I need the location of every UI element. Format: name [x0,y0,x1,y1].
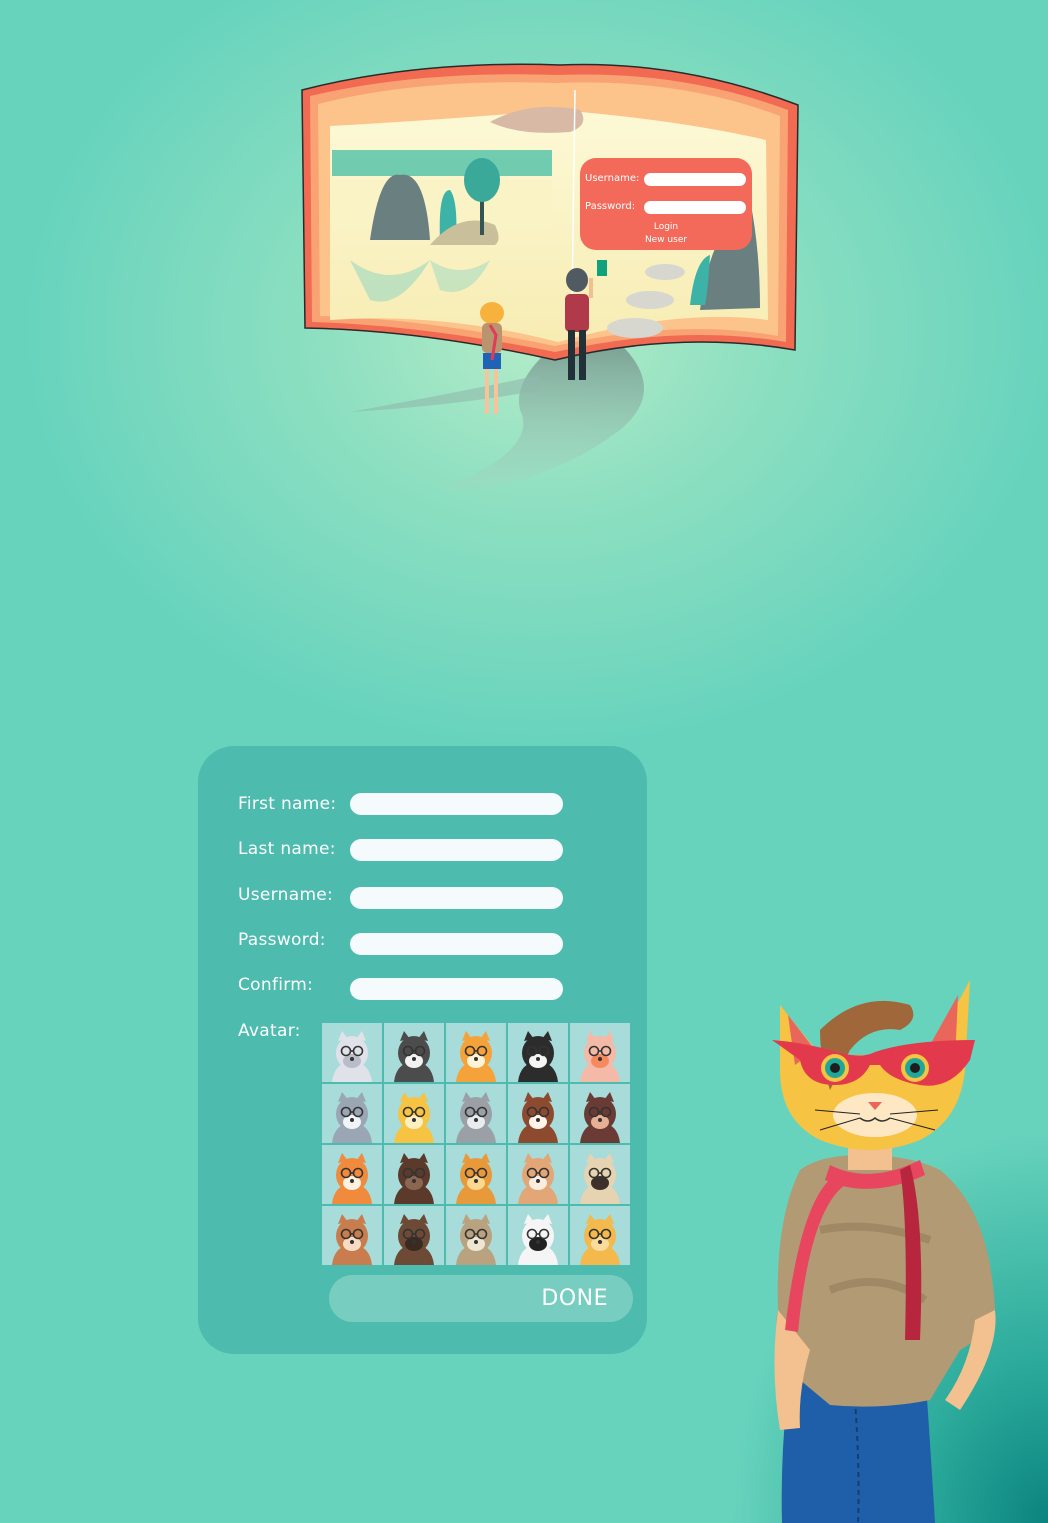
squirrel-icon [456,1031,496,1082]
dog-icon [518,1092,558,1143]
badger-avatar[interactable] [508,1023,568,1082]
pug-icon [580,1153,620,1204]
deer-icon [456,1214,496,1265]
last-name-input[interactable] [350,839,563,861]
monkey-avatar[interactable] [570,1084,630,1143]
wolf-avatar[interactable] [322,1023,382,1082]
pig-icon [580,1031,620,1082]
squirrel-avatar[interactable] [446,1023,506,1082]
cat-avatar[interactable] [384,1084,444,1143]
panda-avatar[interactable] [508,1206,568,1265]
login-preview-box: Username: Password: Login New user [580,158,752,250]
cat-icon [394,1092,434,1143]
first-name-input[interactable] [350,793,563,815]
gorilla-icon [394,1153,434,1204]
mini-username-row: Username: [585,173,639,184]
kangaroo-icon [332,1214,372,1265]
giraffe-avatar[interactable] [570,1206,630,1265]
mini-password-row: Password: [585,201,635,212]
mini-login-link[interactable]: Login [580,222,752,232]
avatar-label: Avatar: [238,1021,301,1041]
lion-avatar[interactable] [446,1145,506,1204]
cat-girl-illustration [772,980,996,1523]
password-input[interactable] [350,933,563,955]
deer-avatar[interactable] [446,1206,506,1265]
mini-username-input[interactable] [644,173,746,186]
pig-avatar[interactable] [570,1023,630,1082]
kangaroo-avatar[interactable] [322,1206,382,1265]
rabbit-icon [518,1153,558,1204]
mini-username-label: Username: [585,173,640,184]
mini-new-user-link[interactable]: New user [580,235,752,245]
koala-icon [456,1092,496,1143]
gorilla-avatar[interactable] [384,1145,444,1204]
username-label: Username: [238,885,334,905]
password-label: Password: [238,930,326,950]
first-name-label: First name: [238,794,337,814]
skunk-icon [394,1031,434,1082]
rabbit-avatar[interactable] [508,1145,568,1204]
pug-avatar[interactable] [570,1145,630,1204]
username-input[interactable] [350,887,563,909]
last-name-label: Last name: [238,839,336,859]
bear-icon [394,1214,434,1265]
panda-icon [518,1214,558,1265]
dog-avatar[interactable] [508,1084,568,1143]
confirm-label: Confirm: [238,975,314,995]
badger-icon [518,1031,558,1082]
done-button[interactable]: DONE [329,1275,633,1322]
giraffe-icon [580,1214,620,1265]
registration-panel: First name: Last name: Username: Passwor… [198,746,647,1354]
avatar-picker [322,1023,630,1267]
monkey-icon [580,1092,620,1143]
bear-avatar[interactable] [384,1206,444,1265]
fox-icon [332,1153,372,1204]
mini-password-input[interactable] [644,201,746,214]
storybook-illustration [301,63,799,490]
fox-avatar[interactable] [322,1145,382,1204]
skunk-avatar[interactable] [384,1023,444,1082]
raccoon-avatar[interactable] [322,1084,382,1143]
raccoon-icon [332,1092,372,1143]
lion-icon [456,1153,496,1204]
wolf-icon [332,1031,372,1082]
confirm-password-input[interactable] [350,978,563,1000]
koala-avatar[interactable] [446,1084,506,1143]
mini-password-label: Password: [585,201,636,212]
